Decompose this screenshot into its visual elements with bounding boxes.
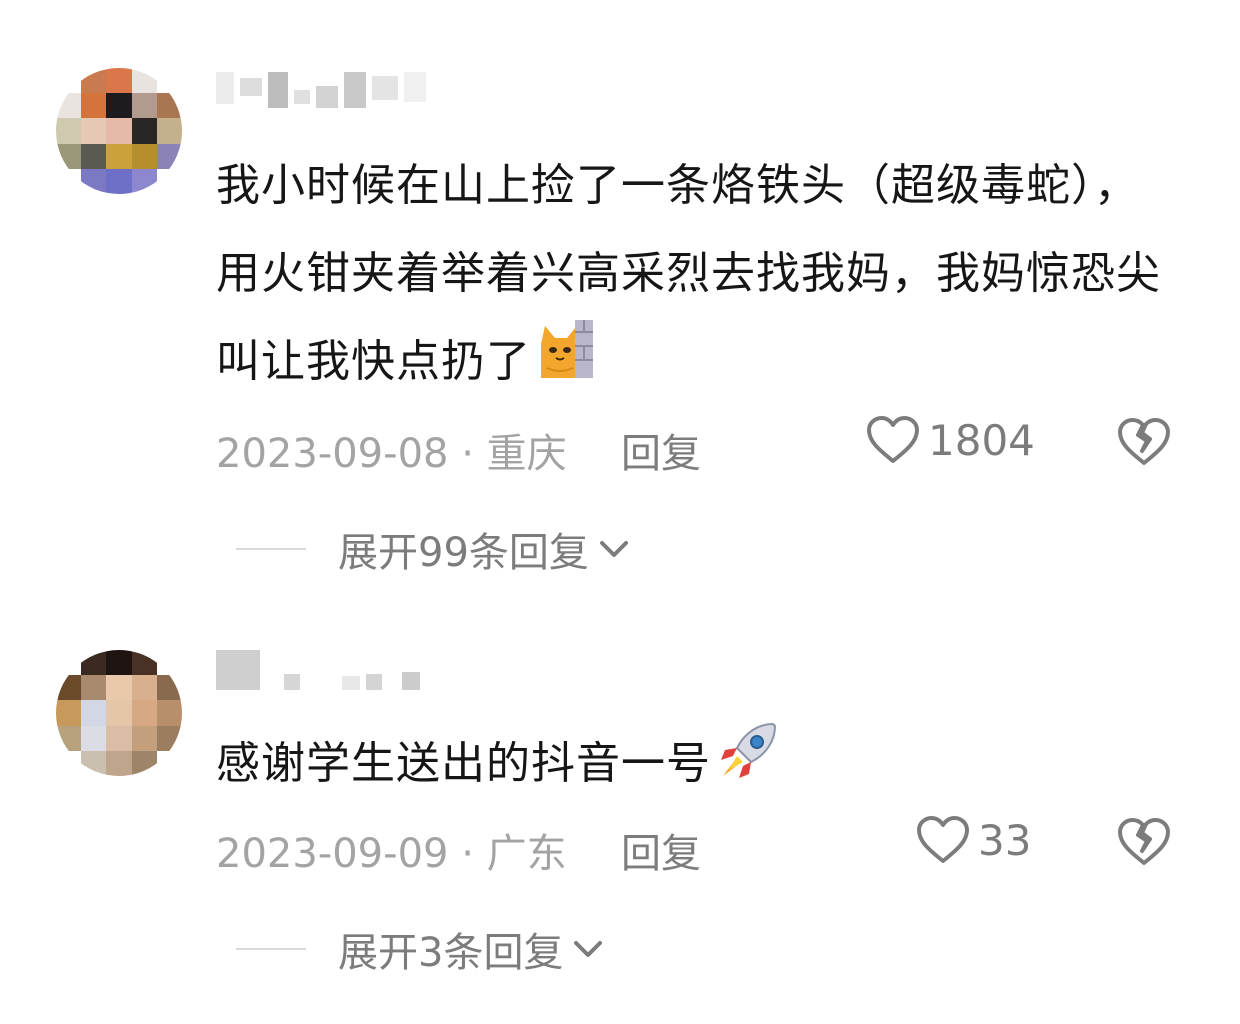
comment-text: 感谢学生送出的抖音一号 xyxy=(216,720,1176,812)
rocket-emoji xyxy=(717,720,779,812)
expand-divider-line xyxy=(236,948,306,950)
expand-divider-line xyxy=(236,548,306,550)
username[interactable] xyxy=(216,72,432,112)
heart-outline-icon xyxy=(867,416,919,463)
comment-date: 2023-09-09 xyxy=(216,831,449,877)
comment-list: 我小时候在山上捡了一条烙铁头（超级毒蛇），用火钳夹着举着兴高采烈去找我妈，我妈惊… xyxy=(0,0,1240,1024)
meta-separator: · xyxy=(461,831,474,877)
comment-item: 我小时候在山上捡了一条烙铁头（超级毒蛇），用火钳夹着举着兴高采烈去找我妈，我妈惊… xyxy=(0,0,1240,620)
comment-text-body: 我小时候在山上捡了一条烙铁头（超级毒蛇），用火钳夹着举着兴高采烈去找我妈，我妈惊… xyxy=(216,160,1161,387)
meta-separator: · xyxy=(461,431,474,477)
heart-outline-icon xyxy=(917,816,969,863)
chevron-down-icon xyxy=(599,541,628,557)
expand-replies-label: 展开99条回复 xyxy=(338,530,589,576)
comment-date-location: 2023-09-08 · 重庆 xyxy=(216,421,567,479)
expand-replies-label: 展开3条回复 xyxy=(338,930,564,976)
comment-date-location: 2023-09-09 · 广东 xyxy=(216,821,567,879)
avatar[interactable] xyxy=(56,650,182,776)
expand-replies-button[interactable]: 展开3条回复 xyxy=(236,920,603,978)
username[interactable] xyxy=(216,650,426,690)
expand-replies-button[interactable]: 展开99条回复 xyxy=(236,520,629,578)
comment-location: 广东 xyxy=(486,831,567,877)
cat-behind-wall-emoji xyxy=(537,318,595,410)
avatar[interactable] xyxy=(56,68,182,194)
dislike-button[interactable] xyxy=(1116,815,1172,877)
chevron-down-icon xyxy=(574,941,603,957)
comment-text: 我小时候在山上捡了一条烙铁头（超级毒蛇），用火钳夹着举着兴高采烈去找我妈，我妈惊… xyxy=(216,142,1176,410)
reply-button[interactable]: 回复 xyxy=(621,821,701,879)
like-count: 33 xyxy=(978,815,1032,865)
comment-location: 重庆 xyxy=(486,431,567,477)
comment-meta: 2023-09-08 · 重庆 回复 1804 xyxy=(216,415,1196,477)
broken-heart-icon xyxy=(1118,418,1170,465)
dislike-button[interactable] xyxy=(1116,415,1172,477)
comment-item: 感谢学生送出的抖音一号 2023-09-09 · 广东 回复 33 展开3条回复 xyxy=(0,620,1240,1024)
comment-meta: 2023-09-09 · 广东 回复 33 xyxy=(216,815,1196,877)
like-button[interactable]: 1804 xyxy=(866,415,1035,465)
reply-button[interactable]: 回复 xyxy=(621,421,701,479)
broken-heart-icon xyxy=(1118,818,1170,865)
comment-text-body: 感谢学生送出的抖音一号 xyxy=(216,738,711,789)
like-button[interactable]: 33 xyxy=(916,815,1031,865)
comment-date: 2023-09-08 xyxy=(216,431,449,477)
like-count: 1804 xyxy=(928,415,1035,465)
